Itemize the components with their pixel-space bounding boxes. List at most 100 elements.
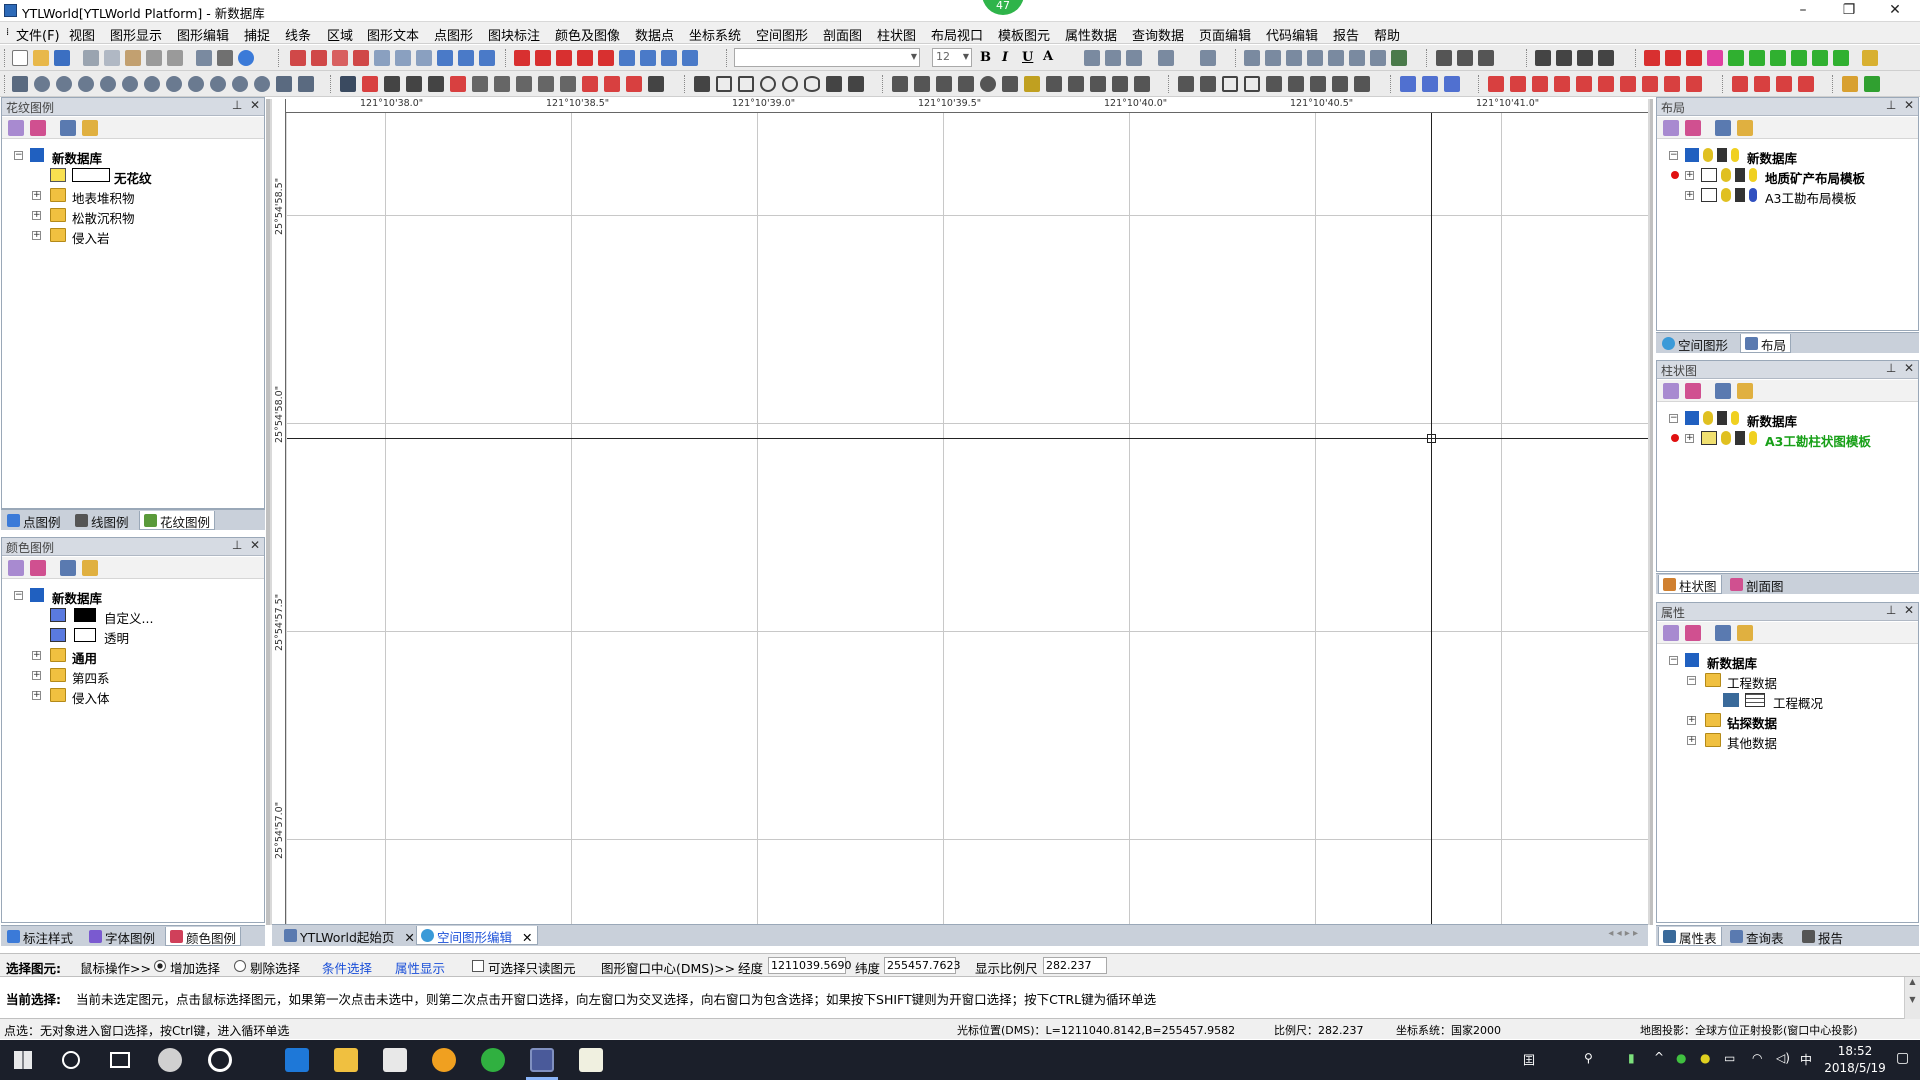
menu-file[interactable]: 文件(F) xyxy=(16,25,60,44)
snap-tool-icon[interactable] xyxy=(958,76,974,92)
open-icon[interactable] xyxy=(33,50,49,66)
number-list-icon[interactable] xyxy=(1265,50,1281,66)
close-window-button[interactable]: ✕ xyxy=(1872,0,1918,22)
edit-tool-icon[interactable] xyxy=(604,76,620,92)
edit-tool-icon[interactable] xyxy=(472,76,488,92)
table-icon[interactable] xyxy=(1158,50,1174,66)
point-tool-icon[interactable] xyxy=(577,50,593,66)
filter-icon[interactable] xyxy=(1663,120,1679,136)
app-icon[interactable] xyxy=(481,1048,505,1072)
region-tool-icon[interactable] xyxy=(1244,76,1260,92)
arc-icon[interactable] xyxy=(826,76,842,92)
template-tool-icon[interactable] xyxy=(1642,76,1658,92)
line-edit-icon[interactable] xyxy=(290,50,306,66)
ellipse-icon[interactable] xyxy=(804,76,820,92)
pin-icon[interactable]: ⊥ xyxy=(232,538,242,552)
wifi-icon[interactable]: ◠ xyxy=(1752,1051,1762,1065)
point-tool-icon[interactable] xyxy=(661,50,677,66)
menu-data-points[interactable]: 数据点 xyxy=(635,25,674,44)
properties-icon[interactable] xyxy=(1715,625,1731,641)
search-icon[interactable] xyxy=(62,1051,80,1069)
pin-icon[interactable]: ⊥ xyxy=(1886,98,1896,112)
point-tool-icon[interactable] xyxy=(619,50,635,66)
edit-tool-icon[interactable] xyxy=(494,76,510,92)
notepad-icon[interactable] xyxy=(579,1048,603,1072)
font-name-select[interactable]: ▼ xyxy=(734,48,920,67)
text-tool-icon[interactable] xyxy=(1457,50,1473,66)
filter-icon[interactable] xyxy=(8,120,24,136)
properties-icon[interactable] xyxy=(60,120,76,136)
menu-code-edit[interactable]: 代码编辑 xyxy=(1266,25,1318,44)
snap-tool-icon[interactable] xyxy=(936,76,952,92)
zoom-icon[interactable] xyxy=(188,76,204,92)
region-tool-icon[interactable] xyxy=(1222,76,1238,92)
text-style-icon[interactable] xyxy=(1370,50,1386,66)
font-color-button[interactable]: A xyxy=(1043,49,1053,64)
text-tool-icon[interactable] xyxy=(1535,50,1551,66)
edit-tool-icon[interactable] xyxy=(648,76,664,92)
point-tool-icon[interactable] xyxy=(682,50,698,66)
menu-template-elements[interactable]: 模板图元 xyxy=(998,25,1050,44)
layout-tool-icon[interactable] xyxy=(1707,50,1723,66)
font-size-select[interactable]: 12 ▼ xyxy=(932,48,972,67)
map-canvas[interactable] xyxy=(287,113,1648,925)
layout-tool-icon[interactable] xyxy=(1728,50,1744,66)
page-tool-icon[interactable] xyxy=(1732,76,1748,92)
splitter[interactable] xyxy=(1650,99,1653,925)
edit-tool-icon[interactable] xyxy=(538,76,554,92)
print-icon[interactable] xyxy=(217,50,233,66)
ytlworld-icon[interactable] xyxy=(530,1048,554,1072)
menu-section[interactable]: 剖面图 xyxy=(823,25,862,44)
tab-query-table[interactable]: 查询表 xyxy=(1726,927,1788,946)
text-tool-icon[interactable] xyxy=(1478,50,1494,66)
text-tool-icon[interactable] xyxy=(1598,50,1614,66)
polyline-icon[interactable] xyxy=(332,50,348,66)
template-tool-icon[interactable] xyxy=(1686,76,1702,92)
heart-icon[interactable] xyxy=(30,560,46,576)
tab-start-page[interactable]: YTLWorld起始页 ✕ xyxy=(280,926,419,945)
tab-spatial-graphic[interactable]: 空间图形 xyxy=(1658,334,1732,353)
image-icon[interactable] xyxy=(1328,50,1344,66)
properties-icon[interactable] xyxy=(1715,120,1731,136)
edit-node-icon[interactable] xyxy=(362,76,378,92)
menu-column-chart[interactable]: 柱状图 xyxy=(877,25,916,44)
italic-button[interactable]: I xyxy=(1002,50,1008,65)
bulb-icon[interactable] xyxy=(1731,148,1739,162)
close-panel-icon[interactable]: ✕ xyxy=(1904,98,1914,112)
tab-column-chart[interactable]: 柱状图 xyxy=(1658,575,1722,594)
tab-pattern-legend[interactable]: 花纹图例 xyxy=(139,511,216,530)
close-panel-icon[interactable]: ✕ xyxy=(1904,361,1914,375)
line-tool-icon[interactable] xyxy=(458,50,474,66)
save-icon[interactable] xyxy=(54,50,70,66)
circle-icon[interactable] xyxy=(760,76,776,92)
visible-icon[interactable] xyxy=(1721,188,1731,202)
page-tool-icon[interactable] xyxy=(1776,76,1792,92)
align-left-icon[interactable] xyxy=(1084,50,1100,66)
close-panel-icon[interactable]: ✕ xyxy=(250,538,260,552)
region-tool-icon[interactable] xyxy=(1310,76,1326,92)
snap-tool-icon[interactable] xyxy=(892,76,908,92)
folder-icon[interactable] xyxy=(1737,120,1753,136)
lock-icon[interactable] xyxy=(1717,411,1727,425)
rotate-icon[interactable] xyxy=(428,76,444,92)
condition-select-link[interactable]: 条件选择 xyxy=(322,958,372,977)
line-tool-icon[interactable] xyxy=(479,50,495,66)
folder-icon[interactable] xyxy=(82,120,98,136)
layer-tool-icon[interactable] xyxy=(1422,76,1438,92)
lock-icon[interactable] xyxy=(1735,168,1745,182)
start-icon[interactable] xyxy=(14,1051,32,1069)
layout-tool-icon[interactable] xyxy=(1665,50,1681,66)
visible-icon[interactable] xyxy=(1721,431,1731,445)
select-table-icon[interactable] xyxy=(340,76,356,92)
menu-view[interactable]: 视图 xyxy=(69,25,95,44)
line-tool-icon[interactable] xyxy=(437,50,453,66)
parallelogram-icon[interactable] xyxy=(738,76,754,92)
clock-time[interactable]: 18:52 xyxy=(1826,1044,1884,1058)
move-icon[interactable] xyxy=(406,76,422,92)
heart-icon[interactable] xyxy=(1685,120,1701,136)
region-tool-icon[interactable] xyxy=(1354,76,1370,92)
folder-icon[interactable] xyxy=(1737,383,1753,399)
template-tool-icon[interactable] xyxy=(1532,76,1548,92)
heart-icon[interactable] xyxy=(1685,625,1701,641)
zoom-out-icon[interactable] xyxy=(34,76,50,92)
